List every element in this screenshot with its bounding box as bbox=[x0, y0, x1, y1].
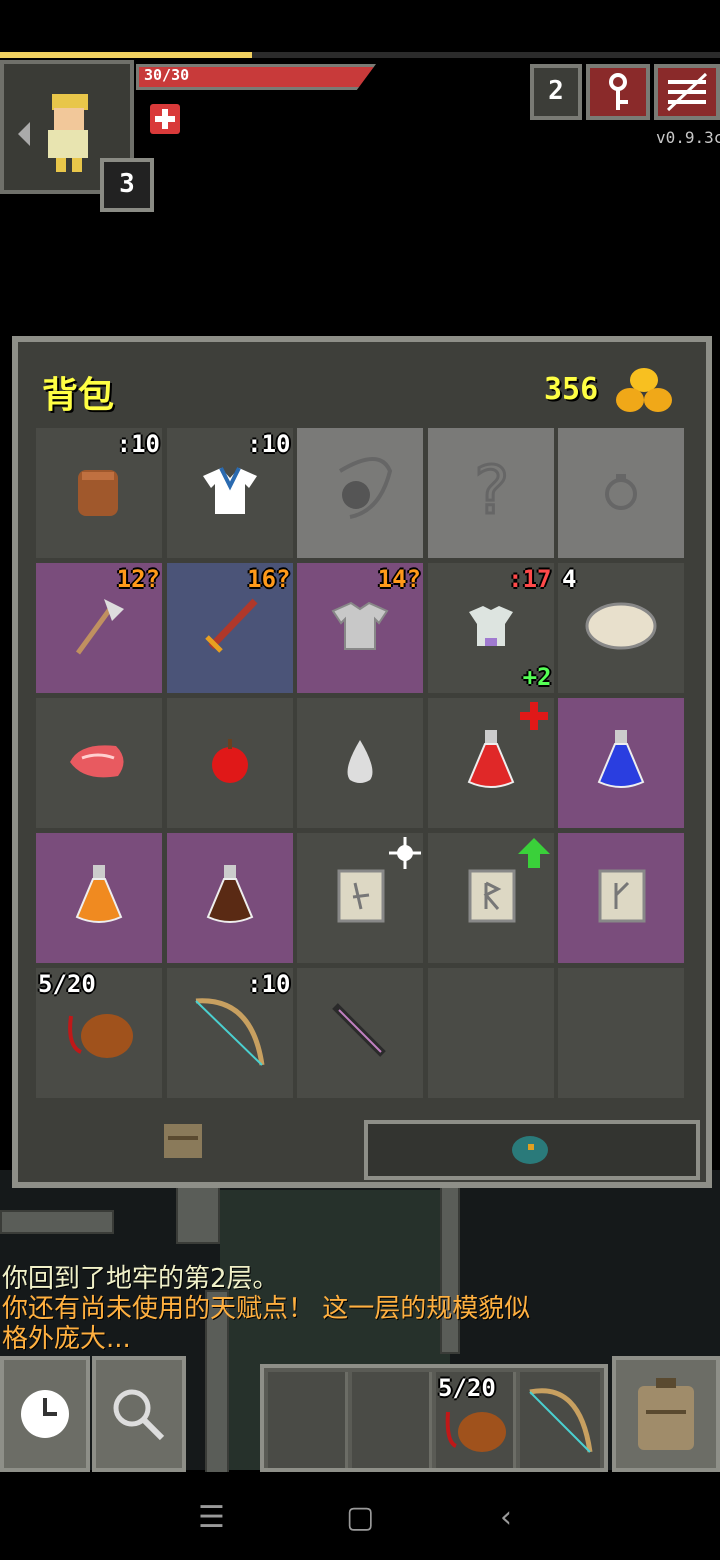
item-tag: :10 bbox=[116, 430, 160, 458]
bag-tab-pouch[interactable] bbox=[364, 1120, 700, 1180]
bow-icon bbox=[529, 1388, 593, 1453]
item-tag: :10 bbox=[247, 430, 291, 458]
gloves-icon bbox=[64, 456, 134, 530]
ring-placeholder-icon bbox=[596, 466, 646, 520]
hero-level-badge: 3 bbox=[100, 158, 154, 212]
inventory-slot-orange-potion[interactable] bbox=[36, 833, 162, 963]
backpack-icon bbox=[164, 1124, 202, 1158]
blue-potion-icon bbox=[591, 726, 651, 800]
item-tag: 14? bbox=[377, 565, 421, 593]
seed-icon bbox=[340, 736, 380, 790]
mystery-meat-icon bbox=[64, 736, 134, 790]
item-tag: :10 bbox=[247, 970, 291, 998]
inventory-slot-seed[interactable] bbox=[297, 698, 423, 828]
quickslot-empty[interactable] bbox=[268, 1372, 348, 1468]
scroll-2-icon bbox=[456, 861, 526, 935]
svg-text:?: ? bbox=[471, 452, 511, 529]
hp-text: 30/30 bbox=[144, 66, 190, 84]
home-icon[interactable]: ▢ bbox=[346, 1500, 374, 1535]
inventory-slot-waterskin[interactable]: 5/20 bbox=[36, 968, 162, 1098]
inventory-slot-empty[interactable] bbox=[558, 968, 684, 1098]
hand-axe-icon bbox=[64, 591, 134, 665]
orange-potion-icon bbox=[69, 861, 129, 935]
item-tag: 12? bbox=[116, 565, 160, 593]
version-label: v0.9.3c bbox=[656, 128, 720, 147]
item-tag: 5/20 bbox=[38, 970, 96, 998]
inventory-button[interactable] bbox=[612, 1356, 720, 1472]
clock-icon bbox=[21, 1390, 69, 1438]
bag-tab-backpack[interactable] bbox=[24, 1100, 350, 1180]
inventory-slot-blue-potion[interactable] bbox=[558, 698, 684, 828]
inventory-slot-gloves[interactable]: :10 bbox=[36, 428, 162, 558]
sparkle-icon bbox=[388, 836, 422, 874]
unknown-placeholder-icon: ? bbox=[461, 451, 521, 535]
buff-icon[interactable] bbox=[150, 104, 180, 134]
apple-icon bbox=[205, 733, 255, 793]
inventory-slot-bow[interactable]: :10 bbox=[166, 968, 293, 1098]
inventory-slot-unknown-placeholder[interactable]: ? bbox=[427, 428, 554, 558]
item-upgrade-tag: +2 bbox=[522, 663, 552, 691]
quickslot-empty[interactable] bbox=[352, 1372, 432, 1468]
inventory-slot-cloth-armor[interactable]: :10 bbox=[166, 428, 293, 558]
waterskin-icon bbox=[59, 996, 139, 1070]
red-cross-icon bbox=[518, 700, 550, 736]
inventory-slot-hand-axe[interactable]: 12? bbox=[36, 563, 162, 693]
inventory-slot-ration[interactable]: 4 bbox=[558, 563, 684, 693]
upgrade-arrow-icon bbox=[516, 836, 552, 874]
back-icon[interactable]: ‹ bbox=[500, 1500, 512, 1535]
inventory-slot-apple[interactable] bbox=[166, 698, 293, 828]
item-tag: 16? bbox=[247, 565, 291, 593]
backpack-icon bbox=[638, 1378, 694, 1450]
recent-apps-icon[interactable]: ☰ bbox=[198, 1500, 225, 1535]
inventory-slot-weapon-placeholder[interactable] bbox=[297, 428, 423, 558]
mail-armor-icon bbox=[459, 594, 523, 662]
depth-indicator[interactable]: 2 bbox=[530, 64, 582, 120]
quickslot-charge-tag: 5/20 bbox=[438, 1374, 496, 1402]
xp-bar-fill bbox=[0, 52, 252, 58]
search-button[interactable] bbox=[92, 1356, 186, 1472]
scroll-1-icon bbox=[325, 861, 395, 935]
inventory-slot-sword[interactable]: 16? bbox=[166, 563, 293, 693]
inventory-slot-empty[interactable] bbox=[427, 968, 554, 1098]
chainmail-icon bbox=[325, 591, 395, 665]
healing-potion-icon bbox=[461, 726, 521, 800]
wait-button[interactable] bbox=[0, 1356, 90, 1472]
inventory-slot-dart-wand[interactable] bbox=[297, 968, 423, 1098]
inventory-slot-ring-placeholder[interactable] bbox=[558, 428, 684, 558]
journal-button[interactable] bbox=[586, 64, 650, 120]
ration-icon bbox=[581, 596, 661, 660]
weapon-placeholder-icon bbox=[320, 451, 400, 535]
cloth-armor-icon bbox=[195, 456, 265, 530]
back-arrow-icon bbox=[18, 122, 30, 146]
seed-pouch-icon bbox=[512, 1136, 548, 1164]
gold-icon bbox=[612, 362, 676, 418]
sword-icon bbox=[195, 591, 265, 665]
inventory-slot-brown-potion[interactable] bbox=[166, 833, 293, 963]
inventory-slot-chainmail[interactable]: 14? bbox=[297, 563, 423, 693]
backpack-title: 背包 bbox=[42, 375, 115, 416]
log-line: 格外庞大... bbox=[2, 1324, 131, 1354]
inventory-slot-mystery-meat[interactable] bbox=[36, 698, 162, 828]
inventory-slot-scroll-3[interactable] bbox=[558, 833, 684, 963]
search-icon bbox=[113, 1389, 165, 1441]
scroll-3-icon bbox=[586, 861, 656, 935]
gold-count: 356 bbox=[544, 372, 599, 407]
item-tag: 4 bbox=[562, 565, 577, 593]
item-tag: :17 bbox=[508, 565, 552, 593]
bow-icon bbox=[190, 991, 270, 1075]
key-icon bbox=[609, 73, 628, 110]
quickslot-waterskin[interactable]: 5/20 bbox=[436, 1372, 516, 1468]
brown-potion-icon bbox=[200, 861, 260, 935]
quickslots: 5/20 bbox=[260, 1364, 608, 1472]
inventory-slot-mail-armor[interactable]: :17 +2 bbox=[427, 563, 554, 693]
dart-wand-icon bbox=[325, 996, 395, 1070]
quickslot-bow[interactable] bbox=[520, 1372, 600, 1468]
menu-button[interactable] bbox=[654, 64, 720, 120]
menu-icon bbox=[666, 72, 708, 112]
